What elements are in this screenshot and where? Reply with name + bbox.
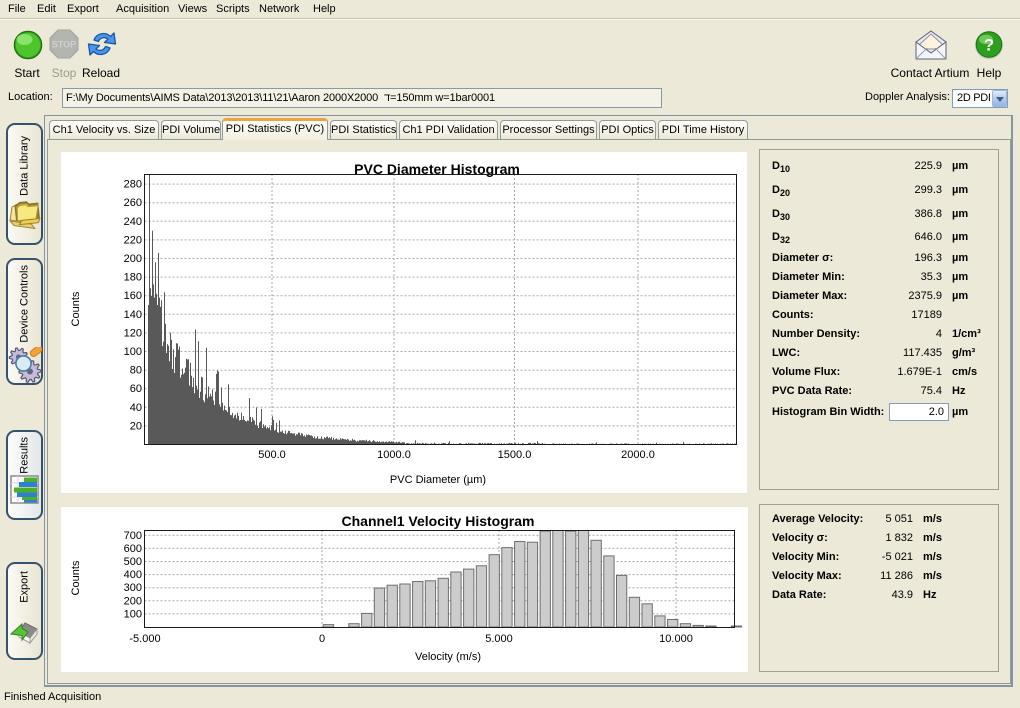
svg-text:220: 220 (124, 234, 142, 246)
svg-text:500: 500 (124, 556, 142, 568)
svg-text:700: 700 (124, 530, 142, 542)
svg-text:1500.0: 1500.0 (498, 449, 532, 461)
svg-text:1000.0: 1000.0 (377, 449, 411, 461)
svg-text:120: 120 (124, 327, 142, 339)
svg-text:Channel1 Velocity Histogram: Channel1 Velocity Histogram (342, 513, 535, 529)
svg-text:300: 300 (124, 582, 142, 594)
svg-text:260: 260 (124, 197, 142, 209)
svg-text:100: 100 (124, 608, 142, 620)
svg-text:500.0: 500.0 (258, 449, 286, 461)
svg-text:60: 60 (130, 383, 142, 395)
svg-text:400: 400 (124, 569, 142, 581)
svg-text:5.000: 5.000 (485, 633, 513, 645)
svg-text:0: 0 (319, 633, 325, 645)
svg-text:2000.0: 2000.0 (621, 449, 655, 461)
svg-text:-5.000: -5.000 (129, 633, 160, 645)
svg-text:160: 160 (124, 290, 142, 302)
svg-text:80: 80 (130, 365, 142, 377)
svg-text:40: 40 (130, 402, 142, 414)
svg-text:200: 200 (124, 595, 142, 607)
svg-text:240: 240 (124, 216, 142, 228)
svg-text:Counts: Counts (70, 560, 82, 595)
svg-text:140: 140 (124, 309, 142, 321)
svg-text:200: 200 (124, 253, 142, 265)
svg-text:600: 600 (124, 543, 142, 555)
svg-text:STOP: STOP (52, 40, 76, 50)
svg-text:180: 180 (124, 272, 142, 284)
svg-text:100: 100 (124, 346, 142, 358)
svg-text:?: ? (984, 36, 994, 55)
svg-text:Counts: Counts (70, 291, 82, 326)
svg-text:10.000: 10.000 (659, 633, 693, 645)
svg-text:20: 20 (130, 420, 142, 432)
svg-text:PVC Diameter (µm): PVC Diameter (µm) (390, 474, 486, 486)
svg-text:Velocity (m/s): Velocity (m/s) (415, 651, 481, 663)
svg-text:280: 280 (124, 179, 142, 191)
